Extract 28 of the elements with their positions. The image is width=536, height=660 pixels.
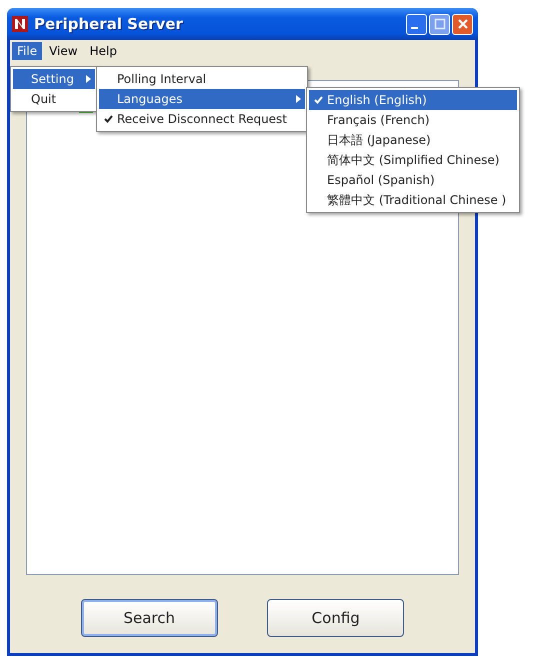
app-icon [12,16,28,32]
maximize-button[interactable] [429,14,450,34]
menu-item[interactable]: View [44,42,83,60]
menu-item[interactable]: Receive Disconnect Request [99,109,305,129]
menu-item[interactable]: File [12,42,42,60]
menu-item[interactable]: Setting [13,69,95,89]
check-icon [314,96,322,104]
submenu-arrow-icon [86,75,90,83]
menu-item[interactable]: Help [84,42,122,60]
menu-item[interactable]: 简体中文 (Simplified Chinese) [309,150,517,170]
maximize-icon [434,18,446,30]
menu-item[interactable]: Quit [13,89,95,109]
menu-item[interactable]: Polling Interval [99,69,305,89]
push-button[interactable]: Search [80,599,218,637]
menu-item[interactable]: Languages [99,89,305,109]
minimize-icon [411,27,418,29]
close-icon [456,18,468,30]
menu-item[interactable]: English (English) [309,90,517,110]
check-icon [104,115,112,123]
menu-item[interactable]: 繁體中文 (Traditional Chinese ) [309,190,517,210]
push-button[interactable]: Config [267,599,404,637]
window-title: Peripheral Server [34,15,184,33]
minimize-button[interactable] [406,14,427,34]
submenu-arrow-icon [296,95,300,103]
menu-item[interactable]: Español (Spanish) [309,170,517,190]
menu-item[interactable]: Français (French) [309,110,517,130]
menu-item[interactable]: 日本語 (Japanese) [309,130,517,150]
close-button[interactable] [452,14,473,34]
